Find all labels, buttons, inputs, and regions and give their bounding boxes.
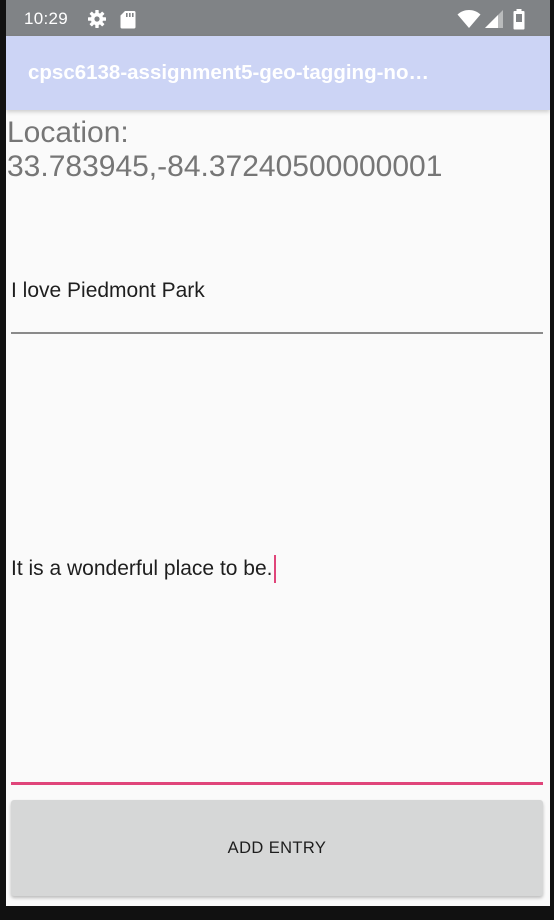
app-bar: cpsc6138-assignment5-geo-tagging-no… [6,36,550,110]
entry-body-text: It is a wonderful place to be. [11,555,276,583]
device-frame: 10:29 cpsc6138-assignment5-geo-tagging-n… [0,0,554,920]
status-bar: 10:29 [6,0,550,36]
entry-body-value: It is a wonderful place to be. [11,557,273,580]
wifi-icon [456,8,482,30]
cell-signal-icon [483,8,505,30]
status-time: 10:29 [24,9,69,28]
add-entry-button[interactable]: ADD ENTRY [11,800,543,896]
text-cursor [273,555,276,583]
settings-gear-icon [86,8,108,30]
entry-body-field[interactable]: It is a wonderful place to be. [11,336,543,785]
entry-title-value: I love Piedmont Park [11,279,205,302]
battery-icon [511,8,527,30]
location-label: Location: 33.783945,-84.37240500000001 [7,116,443,183]
app-title: cpsc6138-assignment5-geo-tagging-no… [28,61,429,84]
entry-title-field[interactable]: I love Piedmont Park [11,268,543,334]
sd-card-icon [119,8,137,30]
app-screen: 10:29 cpsc6138-assignment5-geo-tagging-n… [6,0,550,906]
